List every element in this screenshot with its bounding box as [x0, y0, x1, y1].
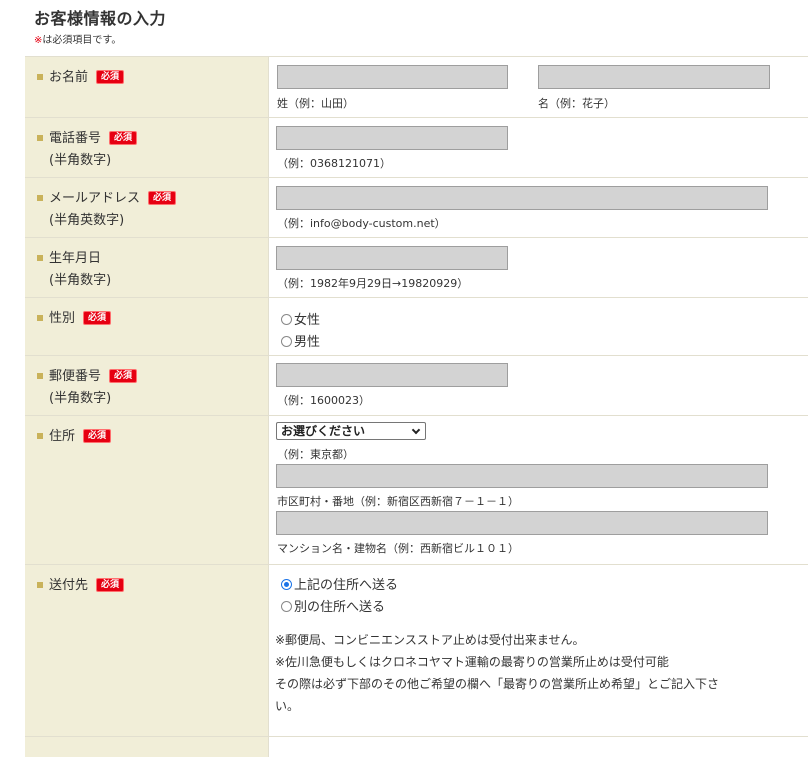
- radio-icon[interactable]: [281, 336, 292, 347]
- required-badge: 必須: [109, 130, 138, 145]
- chevron-down-icon: [411, 425, 421, 435]
- value-cell-shipping: 上記の住所へ送る 別の住所へ送る ※郵便局、コンビニエンスストア止めは受付出来ま…: [269, 565, 808, 736]
- required-note-text: は必須項目です。: [42, 35, 122, 46]
- gender-option-female[interactable]: 女性: [281, 309, 320, 328]
- label-phone: 電話番号 必須: [37, 127, 138, 146]
- shipping-note: ※郵便局、コンビニエンスストア止めは受付出来ません。: [275, 633, 585, 647]
- required-badge: 必須: [83, 310, 112, 325]
- row-name: お名前 必須 姓（例：山田） 名（例：花子）: [25, 57, 808, 118]
- bullet-icon: [37, 432, 43, 439]
- building-name-hint: マンション名・建物名（例：西新宿ビル１０１）: [277, 542, 519, 555]
- label-cell-postal: 郵便番号 必須 (半角数字): [25, 356, 269, 415]
- required-badge: 必須: [96, 69, 125, 84]
- row-gender: 性別 必須 女性 男性: [25, 298, 808, 356]
- postal-code-input[interactable]: [276, 363, 508, 387]
- customer-info-form: お名前 必須 姓（例：山田） 名（例：花子） 電話番号 必須 (半角数字) （例：0…: [25, 56, 808, 757]
- bullet-icon: [37, 314, 43, 321]
- row-address: 住所 必須 お選びください （例：東京都） 市区町村・番地（例：新宿区西新宿７－１…: [25, 416, 808, 565]
- shipping-note: ※佐川急便もしくはクロネコヤマト運輸の最寄りの営業所止めは受付可能: [275, 655, 669, 669]
- label-postal-sub: (半角数字): [49, 391, 112, 406]
- page-title: お客様情報の入力: [34, 9, 167, 28]
- last-name-hint: 姓（例：山田）: [277, 97, 354, 110]
- value-cell-phone: （例：0368121071）: [269, 118, 808, 177]
- label-email-sub: (半角英数字): [49, 213, 125, 228]
- value-cell-address: お選びください （例：東京都） 市区町村・番地（例：新宿区西新宿７－１－１） マ…: [269, 416, 808, 564]
- label-cell-birthday: 生年月日 (半角数字): [25, 238, 269, 297]
- label-cell-phone: 電話番号 必須 (半角数字): [25, 118, 269, 177]
- label-postal: 郵便番号 必須: [37, 365, 138, 384]
- label-phone-sub: (半角数字): [49, 153, 112, 168]
- bullet-icon: [37, 73, 43, 80]
- shipping-note: い。: [275, 699, 300, 713]
- required-badge: 必須: [83, 428, 112, 443]
- row-phone: 電話番号 必須 (半角数字) （例：0368121071）: [25, 118, 808, 178]
- row-postal: 郵便番号 必須 (半角数字) （例：1600023）: [25, 356, 808, 416]
- first-name-input[interactable]: [538, 65, 770, 89]
- gender-option-male[interactable]: 男性: [281, 331, 320, 350]
- last-name-input[interactable]: [277, 65, 508, 89]
- label-birthday-sub: (半角数字): [49, 273, 112, 288]
- building-name-input[interactable]: [276, 511, 768, 535]
- value-cell-postal: （例：1600023）: [269, 356, 808, 415]
- birthday-hint: （例：1982年9月29日→19820929）: [277, 277, 469, 290]
- label-email: メールアドレス 必須: [37, 187, 177, 206]
- street-address-input[interactable]: [276, 464, 768, 488]
- label-cell-gender: 性別 必須: [25, 298, 269, 355]
- shipping-note: その際は必ず下部のその他ご希望の欄へ「最寄りの営業所止め希望」とご記入下さ: [275, 677, 720, 691]
- prefecture-hint: （例：東京都）: [277, 448, 354, 461]
- label-cell-email: メールアドレス 必須 (半角英数字): [25, 178, 269, 237]
- required-note: ※は必須項目です。: [34, 31, 121, 46]
- row-email: メールアドレス 必須 (半角英数字) （例：info@body-custom.ne…: [25, 178, 808, 238]
- label-gender: 性別 必須: [37, 307, 112, 326]
- street-address-hint: 市区町村・番地（例：新宿区西新宿７－１－１）: [277, 495, 519, 508]
- value-cell-birthday: （例：1982年9月29日→19820929）: [269, 238, 808, 297]
- shipping-option-other-address[interactable]: 別の住所へ送る: [281, 596, 385, 615]
- postal-code-hint: （例：1600023）: [277, 394, 370, 407]
- bullet-icon: [37, 372, 43, 379]
- required-badge: 必須: [96, 577, 125, 592]
- email-hint: （例：info@body-custom.net）: [277, 217, 446, 230]
- label-birthday: 生年月日: [37, 247, 101, 266]
- bullet-icon: [37, 134, 43, 141]
- bullet-icon: [37, 194, 43, 201]
- birthday-input[interactable]: [276, 246, 508, 270]
- bullet-icon: [37, 581, 43, 588]
- value-cell-next: [269, 737, 808, 757]
- value-cell-name: 姓（例：山田） 名（例：花子）: [269, 57, 808, 117]
- row-shipping: 送付先 必須 上記の住所へ送る 別の住所へ送る ※郵便局、コンビニエンスストア止め…: [25, 565, 808, 737]
- bullet-icon: [37, 254, 43, 261]
- label-address: 住所 必須: [37, 425, 112, 444]
- phone-hint: （例：0368121071）: [277, 157, 391, 170]
- radio-icon[interactable]: [281, 601, 292, 612]
- label-cell-shipping: 送付先 必須: [25, 565, 269, 736]
- row-birthday: 生年月日 (半角数字) （例：1982年9月29日→19820929）: [25, 238, 808, 298]
- first-name-hint: 名（例：花子）: [538, 97, 615, 110]
- value-cell-email: （例：info@body-custom.net）: [269, 178, 808, 237]
- required-badge: 必須: [148, 190, 177, 205]
- required-badge: 必須: [109, 368, 138, 383]
- label-shipping: 送付先 必須: [37, 574, 125, 593]
- email-input[interactable]: [276, 186, 768, 210]
- shipping-option-same-address[interactable]: 上記の住所へ送る: [281, 574, 398, 593]
- radio-checked-icon[interactable]: [281, 579, 292, 590]
- row-next: [25, 737, 808, 757]
- prefecture-select[interactable]: お選びください: [276, 422, 426, 440]
- value-cell-gender: 女性 男性: [269, 298, 808, 355]
- label-cell-next: [25, 737, 269, 757]
- radio-icon[interactable]: [281, 314, 292, 325]
- label-name: お名前 必須: [37, 66, 125, 85]
- phone-input[interactable]: [276, 126, 508, 150]
- label-cell-name: お名前 必須: [25, 57, 269, 117]
- label-cell-address: 住所 必須: [25, 416, 269, 564]
